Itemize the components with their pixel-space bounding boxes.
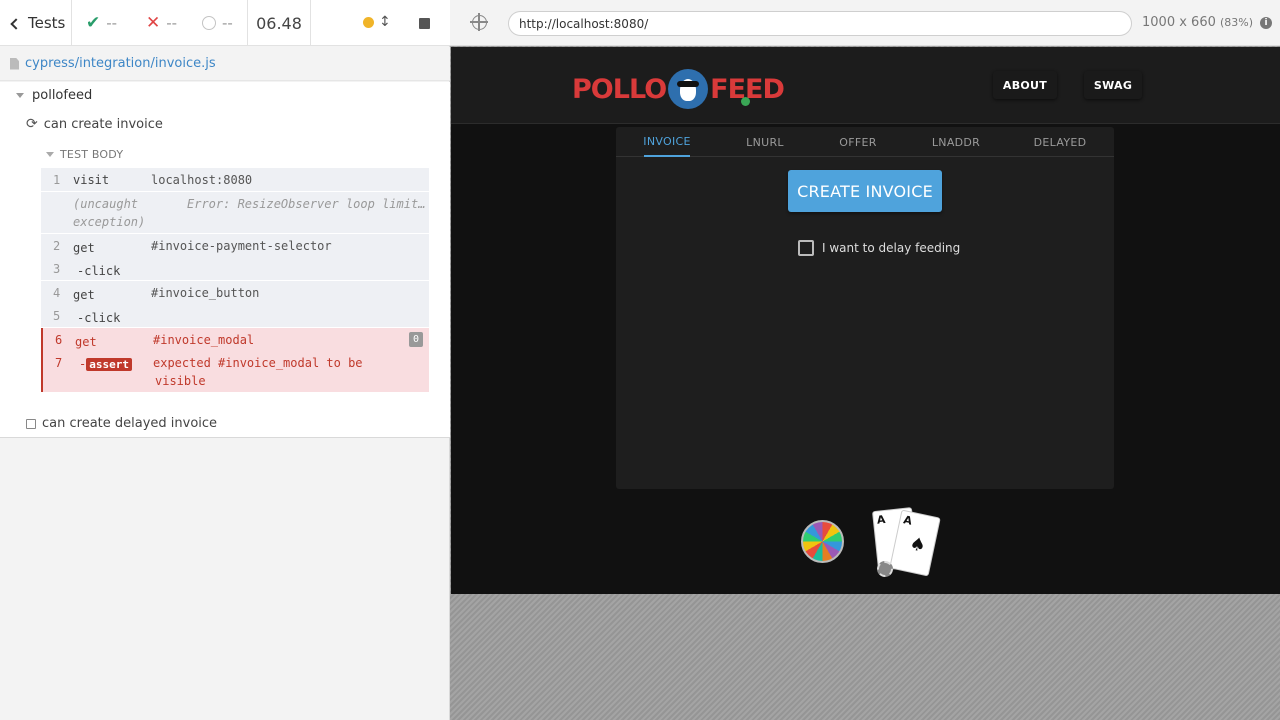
- test-title: can create delayed invoice: [42, 416, 218, 431]
- test-can-create-invoice[interactable]: ⟳ can create invoice: [26, 116, 163, 132]
- test-title: can create invoice: [43, 116, 163, 132]
- prize-wheel-icon[interactable]: [801, 520, 844, 563]
- swag-button[interactable]: SWAG: [1084, 71, 1142, 99]
- command-number: 7: [55, 356, 63, 370]
- delay-feeding-label: I want to delay feeding: [822, 241, 961, 255]
- logo-text-left: POLLO: [572, 73, 667, 105]
- pollofeed-logo[interactable]: POLLO FEED: [572, 69, 785, 109]
- run-controls: ↕: [311, 0, 450, 46]
- pending-value: --: [222, 14, 233, 32]
- command-row-failed[interactable]: 6 get #invoice_modal 0 7 - assert expecte…: [41, 328, 429, 392]
- delay-feeding-checkbox[interactable]: [798, 240, 814, 256]
- passed-count: ✔ --: [72, 0, 128, 46]
- command-number: 2: [53, 239, 61, 253]
- assertion-message-continued: visible: [155, 374, 206, 388]
- command-message: #invoice-payment-selector: [151, 239, 332, 253]
- test-can-create-delayed-invoice[interactable]: can create delayed invoice: [26, 416, 217, 431]
- command-message: #invoice_button: [151, 286, 260, 300]
- spec-path: cypress/integration/invoice.js: [0, 47, 450, 81]
- stop-button[interactable]: [419, 18, 430, 29]
- suite-pollofeed[interactable]: pollofeed: [16, 88, 92, 103]
- create-invoice-button[interactable]: CREATE INVOICE: [788, 170, 942, 212]
- spec-file-link[interactable]: cypress/integration/invoice.js: [25, 56, 216, 71]
- running-refresh-icon: ⟳: [26, 116, 38, 132]
- collapse-caret-icon: [16, 93, 24, 98]
- pending-count: --: [186, 0, 248, 46]
- viewport-info: 1000 x 660 (83%): [1142, 15, 1253, 30]
- tab-invoice[interactable]: INVOICE: [643, 127, 690, 157]
- check-icon: ✔: [86, 13, 101, 33]
- command-row[interactable]: 4 get #invoice_button 5 -click: [41, 281, 429, 328]
- runnables-list: pollofeed ⟳ can create invoice TEST BODY…: [0, 82, 450, 438]
- app-iframe: POLLO FEED ABOUT SWAG INVOICE LNURL OFFE…: [451, 47, 1280, 594]
- command-number: 5: [53, 309, 61, 323]
- playing-cards-icon[interactable]: A A ♠: [871, 507, 941, 581]
- tab-lnurl[interactable]: LNURL: [744, 127, 786, 157]
- command-name: get: [73, 288, 95, 302]
- command-number: 1: [53, 173, 61, 187]
- command-name: (uncaught: [73, 197, 139, 211]
- spade-icon: ♠: [907, 533, 928, 558]
- command-number: 6: [55, 333, 63, 347]
- about-button[interactable]: ABOUT: [993, 71, 1057, 99]
- tab-offer[interactable]: OFFER: [838, 127, 878, 157]
- element-count-badge: 0: [409, 332, 423, 347]
- app-header: POLLO FEED ABOUT SWAG: [451, 47, 1280, 124]
- failed-count: ✕ --: [128, 0, 186, 46]
- passed-value: --: [106, 14, 118, 32]
- reporter-header: Tests ✔ -- ✕ -- -- 06.48 ↕: [0, 0, 450, 46]
- card-rank: A: [902, 513, 914, 528]
- command-name: -click: [77, 311, 121, 325]
- payment-card: INVOICE LNURL OFFER LNADDR DELAYED CREAT…: [616, 127, 1114, 489]
- chevron-left-icon: [10, 17, 22, 30]
- test-body-header[interactable]: TEST BODY: [46, 148, 123, 161]
- card-rank: A: [876, 512, 887, 527]
- tab-lnaddr[interactable]: LNADDR: [930, 127, 982, 157]
- command-name: get: [75, 335, 97, 349]
- duration: 06.48: [248, 0, 311, 46]
- pending-test-icon: [26, 418, 36, 429]
- status-online-icon: [741, 97, 750, 106]
- command-name-continued: exception): [73, 215, 146, 229]
- command-name: get: [73, 241, 95, 255]
- command-message: localhost:8080: [151, 173, 253, 187]
- suite-title: pollofeed: [32, 88, 93, 103]
- pending-ring-icon: [202, 16, 216, 30]
- tests-label: Tests: [28, 14, 66, 32]
- aut-header: http://localhost:8080/ 1000 x 660 (83%) …: [450, 0, 1280, 46]
- command-number: 3: [53, 262, 61, 276]
- command-name: - assert: [79, 357, 132, 371]
- viewport-size: 1000 x 660: [1142, 15, 1216, 30]
- chicken-mascot-icon: [668, 69, 709, 109]
- poker-chip-icon: [877, 561, 893, 577]
- payment-tabs: INVOICE LNURL OFFER LNADDR DELAYED: [616, 127, 1114, 157]
- url-bar[interactable]: http://localhost:8080/: [508, 11, 1132, 36]
- command-message: Error: ResizeObserver loop limit…: [187, 197, 426, 211]
- running-indicator-icon: [363, 17, 374, 28]
- tab-delayed[interactable]: DELAYED: [1032, 127, 1088, 157]
- test-body-label: TEST BODY: [60, 148, 124, 161]
- cross-icon: ✕: [146, 13, 161, 33]
- command-row[interactable]: 2 get #invoice-payment-selector 3 -click: [41, 234, 429, 281]
- command-message: #invoice_modal: [153, 333, 255, 347]
- app-under-test-panel: http://localhost:8080/ 1000 x 660 (83%) …: [450, 0, 1280, 720]
- info-icon[interactable]: i: [1260, 17, 1272, 29]
- auto-scroll-toggle-icon[interactable]: ↕: [379, 14, 391, 30]
- tests-back-button[interactable]: Tests: [0, 0, 72, 46]
- file-icon: [10, 57, 19, 70]
- collapse-caret-icon: [46, 152, 54, 157]
- delay-feeding-option[interactable]: I want to delay feeding: [798, 240, 960, 256]
- assertion-message: expected #invoice_modal to be: [153, 356, 363, 370]
- command-number: 4: [53, 286, 61, 300]
- command-name: -click: [77, 264, 121, 278]
- command-name: visit: [73, 173, 110, 187]
- selector-playground-crosshair-icon[interactable]: [470, 13, 488, 31]
- viewport-zoom: (83%): [1220, 16, 1254, 29]
- command-row-uncaught-exception[interactable]: (uncaught exception) Error: ResizeObserv…: [41, 192, 429, 234]
- failed-value: --: [166, 14, 178, 32]
- command-row[interactable]: 1 visit localhost:8080: [41, 168, 429, 192]
- assert-tag: assert: [86, 358, 132, 371]
- cypress-reporter: Tests ✔ -- ✕ -- -- 06.48 ↕ cypress/integ…: [0, 0, 450, 720]
